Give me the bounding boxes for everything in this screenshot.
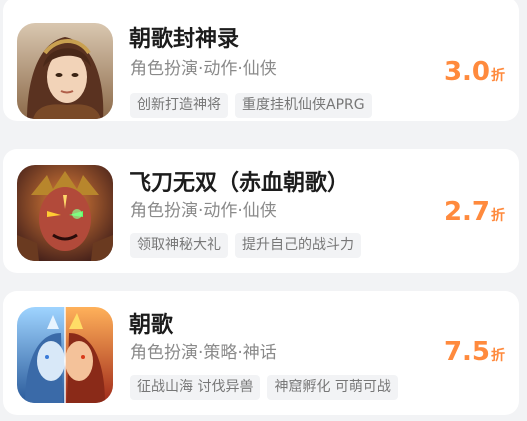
game-genre: 角色扮演·动作·仙侠 [130, 59, 277, 79]
discount-unit: 折 [491, 348, 505, 364]
game-icon[interactable] [17, 307, 113, 403]
discount-unit: 折 [491, 208, 505, 224]
discount-badge: 2.7折 [444, 197, 505, 227]
game-tag: 领取神秘大礼 [130, 233, 228, 258]
game-genre: 角色扮演·策略·神话 [130, 343, 277, 363]
game-icon[interactable] [17, 165, 113, 261]
discount-unit: 折 [491, 68, 505, 84]
discount-value: 2.7 [443, 197, 490, 227]
game-card[interactable]: 朝歌 角色扮演·策略·神话 征战山海 讨伐异兽 神窟孵化 可萌可战 7.5折 [3, 291, 519, 415]
game-icon[interactable] [17, 23, 113, 119]
game-tags: 创新打造神将 重度挂机仙侠APRG [130, 93, 372, 118]
game-tags: 征战山海 讨伐异兽 神窟孵化 可萌可战 [130, 375, 398, 400]
game-card[interactable]: 飞刀无双（赤血朝歌） 角色扮演·动作·仙侠 领取神秘大礼 提升自己的战斗力 2.… [3, 149, 519, 273]
discount-badge: 7.5折 [444, 337, 505, 367]
game-tags: 领取神秘大礼 提升自己的战斗力 [130, 233, 361, 258]
discount-value: 3.0 [443, 57, 490, 87]
discount-value: 7.5 [443, 337, 490, 367]
game-tag: 重度挂机仙侠APRG [235, 93, 372, 118]
game-tag: 征战山海 讨伐异兽 [130, 375, 261, 400]
game-title[interactable]: 朝歌 [129, 307, 173, 339]
demon-warrior-portrait-icon [17, 165, 113, 261]
discount-badge: 3.0折 [444, 57, 505, 87]
game-title[interactable]: 朝歌封神录 [129, 21, 239, 53]
game-title[interactable]: 飞刀无双（赤血朝歌） [129, 165, 349, 197]
warrior-portrait-icon [17, 23, 113, 119]
game-tag: 创新打造神将 [130, 93, 228, 118]
game-card[interactable]: 朝歌封神录 角色扮演·动作·仙侠 创新打造神将 重度挂机仙侠APRG 3.0折 [3, 0, 519, 121]
game-tag: 神窟孵化 可萌可战 [267, 375, 398, 400]
game-list: 朝歌封神录 角色扮演·动作·仙侠 创新打造神将 重度挂机仙侠APRG 3.0折 [0, 0, 527, 421]
ice-fire-heroes-icon [17, 307, 113, 403]
game-tag: 提升自己的战斗力 [235, 233, 361, 258]
game-genre: 角色扮演·动作·仙侠 [130, 201, 277, 221]
